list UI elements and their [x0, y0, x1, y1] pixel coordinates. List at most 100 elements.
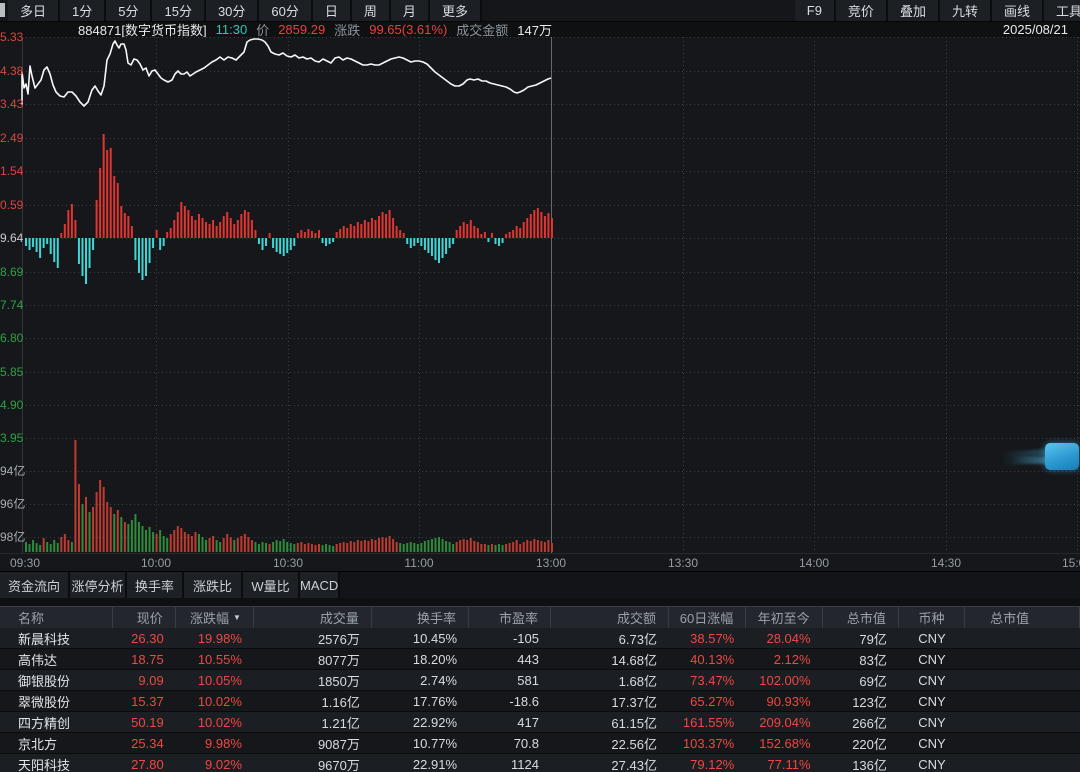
col-header-market-cap[interactable]: 总市值: [823, 607, 899, 628]
table-row[interactable]: 新晨科技 26.30 19.98% 2576万 10.45% -105 6.73…: [0, 628, 1080, 649]
quote-infobar: 884871[数字货币指数] 11:30 价 2859.29 涨跌 99.65(…: [0, 22, 1080, 37]
x-axis-label: 13:00: [536, 556, 566, 570]
col-header-pe[interactable]: 市盈率: [469, 607, 551, 628]
cell-amount: 17.37亿: [551, 692, 669, 711]
cell-ytd: 77.11%: [746, 757, 822, 772]
table-row[interactable]: 御银股份 9.09 10.05% 1850万 2.74% 581 1.68亿 7…: [0, 670, 1080, 691]
price-line: [22, 39, 551, 106]
cell-price: 15.37: [113, 694, 176, 709]
cell-amount: 6.73亿: [551, 629, 669, 648]
cell-name: 京北方: [0, 734, 113, 753]
menubar-spacer: [482, 0, 795, 21]
x-axis-label: 15:00: [1062, 556, 1080, 570]
cell-price: 27.80: [113, 757, 176, 772]
trading-app-window: 多日1分5分15分30分60分日周月更多 F9竞价叠加九转画线工具 884871…: [0, 0, 1080, 772]
period-menu-item[interactable]: 更多: [430, 0, 482, 21]
cell-60d-gain: 38.57%: [669, 631, 746, 646]
col-header-price[interactable]: 现价: [113, 607, 176, 628]
y-axis-label: 3.95: [0, 432, 23, 444]
table-row[interactable]: 高伟达 18.75 10.55% 8077万 18.20% 443 14.68亿…: [0, 649, 1080, 670]
table-row[interactable]: 翠微股份 15.37 10.02% 1.16亿 17.76% -18.6 17.…: [0, 691, 1080, 712]
col-header-60d-gain[interactable]: 60日涨幅: [669, 607, 746, 628]
period-menu-item[interactable]: 多日: [8, 0, 60, 21]
cell-turnover: 17.76%: [372, 694, 469, 709]
cell-ytd: 152.68%: [746, 736, 822, 751]
indicator-tab[interactable]: 资金流向: [0, 572, 70, 598]
period-menu-item[interactable]: 60分: [259, 0, 312, 21]
cell-pe: 581: [469, 673, 551, 688]
period-menu-item[interactable]: 30分: [206, 0, 259, 21]
cell-turnover: 22.91%: [372, 757, 469, 772]
indicator-tab[interactable]: 换手率: [127, 572, 184, 598]
tools-menu-item[interactable]: 工具: [1044, 0, 1080, 21]
indicator-tab[interactable]: 涨停分析: [70, 572, 127, 598]
col-header-turnover[interactable]: 换手率: [372, 607, 469, 628]
cell-currency: CNY: [899, 715, 965, 730]
cell-price: 18.75: [113, 652, 176, 667]
table-body: 新晨科技 26.30 19.98% 2576万 10.45% -105 6.73…: [0, 628, 1080, 772]
tools-menu-item[interactable]: 叠加: [888, 0, 940, 21]
table-header: 名称 现价 涨跌幅▼ 成交量 换手率 市盈率 成交额 60日涨幅 年初至今 总市…: [0, 606, 1080, 628]
cell-amount: 27.43亿: [551, 755, 669, 772]
cell-price: 26.30: [113, 631, 176, 646]
period-menu-item[interactable]: 5分: [106, 0, 152, 21]
col-header-ytd[interactable]: 年初至今: [746, 607, 822, 628]
cell-volume: 2576万: [254, 629, 372, 648]
time-axis: 09:3010:0010:3011:0013:0013:3014:0014:30…: [0, 553, 1080, 571]
section-divider: [0, 598, 1080, 606]
cell-name: 高伟达: [0, 650, 113, 669]
x-axis-label: 10:30: [273, 556, 303, 570]
cell-currency: CNY: [899, 694, 965, 709]
indicator-tab[interactable]: MACD: [300, 572, 340, 598]
period-menu-item[interactable]: 1分: [60, 0, 106, 21]
intraday-chart[interactable]: 5.334.383.432.491.540.599.648.697.746.80…: [0, 37, 1080, 553]
tools-menu-item[interactable]: 九转: [940, 0, 992, 21]
period-menu-item[interactable]: 15分: [152, 0, 205, 21]
y-axis-label: 7.74: [0, 299, 23, 311]
table-row[interactable]: 京北方 25.34 9.98% 9087万 10.77% 70.8 22.56亿…: [0, 733, 1080, 754]
cell-market-cap: 83亿: [823, 650, 899, 669]
period-menu-item[interactable]: 月: [391, 0, 430, 21]
indicator-tab[interactable]: W量比: [243, 572, 300, 598]
cell-market-cap: 220亿: [823, 734, 899, 753]
cell-amount: 14.68亿: [551, 650, 669, 669]
col-header-change-pct[interactable]: 涨跌幅▼: [176, 607, 254, 628]
y-axis-label: 96亿: [0, 498, 25, 510]
cell-volume: 9087万: [254, 734, 372, 753]
cell-volume: 8077万: [254, 650, 372, 669]
col-header-amount[interactable]: 成交额: [551, 607, 669, 628]
cell-60d-gain: 40.13%: [669, 652, 746, 667]
y-axis-label: 1.54: [0, 165, 23, 177]
cell-ytd: 2.12%: [746, 652, 822, 667]
cell-price: 25.34: [113, 736, 176, 751]
sort-desc-icon: ▼: [233, 613, 241, 622]
tools-menu-item[interactable]: 竞价: [836, 0, 888, 21]
y-axis-label: 0.59: [0, 199, 23, 211]
period-menu: 多日1分5分15分30分60分日周月更多: [8, 0, 482, 21]
col-header-total-cap[interactable]: 总市值: [965, 607, 1080, 628]
period-menu-item[interactable]: 日: [313, 0, 352, 21]
cell-ytd: 102.00%: [746, 673, 822, 688]
tools-menu-item[interactable]: 画线: [992, 0, 1044, 21]
chart-canvas[interactable]: [0, 37, 1080, 553]
table-row[interactable]: 天阳科技 27.80 9.02% 9670万 22.91% 1124 27.43…: [0, 754, 1080, 772]
cell-price: 9.09: [113, 673, 176, 688]
left-edge-handle[interactable]: [0, 3, 5, 17]
table-row[interactable]: 四方精创 50.19 10.02% 1.21亿 22.92% 417 61.15…: [0, 712, 1080, 733]
y-axis-label: 3.43: [0, 98, 23, 110]
cell-market-cap: 69亿: [823, 671, 899, 690]
tools-menu-item[interactable]: F9: [795, 0, 836, 21]
period-menubar: 多日1分5分15分30分60分日周月更多 F9竞价叠加九转画线工具: [0, 0, 1080, 22]
col-header-currency[interactable]: 币种: [899, 607, 965, 628]
cell-60d-gain: 73.47%: [669, 673, 746, 688]
x-axis-label: 10:00: [141, 556, 171, 570]
indicator-tab[interactable]: 涨跌比: [184, 572, 243, 598]
x-axis-label: 09:30: [10, 556, 40, 570]
cell-change-pct: 9.02%: [176, 757, 254, 772]
cell-turnover: 10.45%: [372, 631, 469, 646]
col-header-name[interactable]: 名称: [0, 607, 113, 628]
y-axis-label: 5.85: [0, 366, 23, 378]
period-menu-item[interactable]: 周: [352, 0, 391, 21]
price-value: 2859.29: [278, 22, 325, 37]
col-header-volume[interactable]: 成交量: [254, 607, 372, 628]
